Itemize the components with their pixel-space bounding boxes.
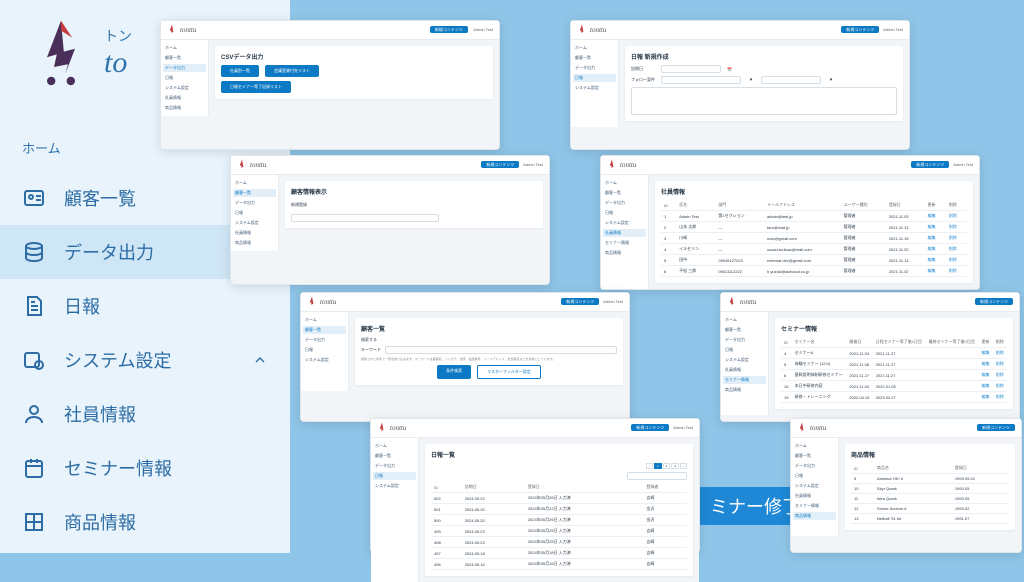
- customer-name-input[interactable]: [291, 214, 439, 222]
- table-row[interactable]: 11Intra Quark1993.05: [851, 494, 1009, 504]
- thumb-staff: tonttu 新規コンテンツAdmin Test ホーム 顧客一覧 データ出力 …: [600, 155, 980, 290]
- grid-icon: [22, 510, 46, 534]
- table-row[interactable]: 5012024.05.202024年05月22日 入力済金沢: [431, 504, 687, 515]
- calendar-icon: [22, 456, 46, 480]
- seminar-table: IDセミナー名開催日日程セミナー等了後1日目最終セミナー等了後2日目更新削除4セ…: [781, 337, 1007, 403]
- table-row[interactable]: 4972024.05.182024年05月18日 入力済吉崎: [431, 548, 687, 559]
- user-icon: [22, 402, 46, 426]
- thumb-csv-export: tonttu 新規コンテンツ Admin Test ホーム 顧客一覧 データ出力…: [160, 20, 500, 150]
- search-button[interactable]: 条件検索: [437, 365, 471, 379]
- id-card-icon: [22, 186, 46, 210]
- table-row[interactable]: 5Abstract OK! #1993.05.01: [851, 474, 1009, 484]
- nav-label: 日報: [64, 293, 100, 319]
- staff-table: ID氏名部門メールアドレスユーザー種別登録日更新削除 1Admin Test第1…: [661, 200, 967, 277]
- table-row[interactable]: 5田中09045127023external.dev@gmail.com管理者2…: [661, 255, 967, 266]
- thumb-product: tonttu 新規コンテンツ ホーム 顧客一覧 データ出力 日報 システム設定 …: [790, 418, 1022, 553]
- thumb-customer-list: tonttu 新規コンテンツAdmin Test ホーム 顧客一覧 データ出力 …: [300, 292, 630, 422]
- sidebar-item-system[interactable]: システム設定: [0, 333, 290, 387]
- table-row[interactable]: 4イルセリン—ozcan-torikow@mail.com管理者2021.11.…: [661, 244, 967, 255]
- nav-label: データ出力: [64, 239, 154, 265]
- table-row[interactable]: 2山本 太郎—taro@mail.jp管理者2021.11.13編集削除: [661, 222, 967, 233]
- csv-btn-3[interactable]: 日報セミナー等了記録リスト: [221, 81, 291, 93]
- table-row[interactable]: 16本日中研修内容2021.11.042022.01.05編集削除: [781, 381, 1007, 392]
- nav-label: 商品情報: [64, 509, 136, 535]
- table-row[interactable]: 4962024.05.162024年05月16日 入力済吉崎: [431, 559, 687, 570]
- date-input[interactable]: [661, 65, 721, 73]
- nav-label: システム設定: [64, 347, 171, 373]
- chevron-up-icon: [252, 352, 268, 368]
- nav-label: セミナー情報: [64, 455, 172, 481]
- table-row[interactable]: 5022024.05.222024年05月26日 入力済吉崎: [431, 493, 687, 504]
- report-table: ID訪問日登録日登録者5022024.05.222024年05月26日 入力済吉…: [431, 482, 687, 570]
- type-select[interactable]: [661, 76, 741, 84]
- user-label: Admin Test: [473, 27, 493, 32]
- sidebar-item-staff[interactable]: 社員情報: [0, 387, 290, 441]
- thumb-report-list: tonttu 新規コンテンツAdmin Test ホーム 顧客一覧 データ出力 …: [370, 418, 700, 553]
- table-row[interactable]: 4982024.05.232024年05月25日 入力済吉崎: [431, 537, 687, 548]
- table-row[interactable]: 12Shona Scutum #1993.02: [851, 504, 1009, 514]
- csv-btn-1[interactable]: 社員別一覧: [221, 65, 259, 77]
- table-row[interactable]: 6平松 三郎09011112222h.yuzuki@actvood.co.jp管…: [661, 266, 967, 277]
- sub-select[interactable]: [761, 76, 821, 84]
- table-row[interactable]: 4992024.05.232024年05月25日 入力済吉崎: [431, 526, 687, 537]
- table-row[interactable]: 5体験セミナー (12/4)2021.11.062021.11.27編集削除: [781, 359, 1007, 370]
- table-row[interactable]: 19研修・トレーニング2022.04.152023.02.27編集削除: [781, 392, 1007, 403]
- product-table: ID商品名登録日5Abstract OK! #1993.05.0110Skyr …: [851, 463, 1009, 524]
- brand-kana: トン: [104, 26, 132, 46]
- memo-textarea[interactable]: [631, 87, 897, 115]
- csv-btn-2[interactable]: 会議室貸付先リスト: [265, 65, 319, 77]
- new-content-button[interactable]: 新規コンテンツ: [430, 26, 468, 33]
- database-icon: [22, 240, 46, 264]
- thumb-seminar: tonttu 新規コンテンツ ホーム 顧客一覧 データ出力 日報 システム設定 …: [720, 292, 1020, 422]
- table-row[interactable]: 6基幹説明体制研修セミナー2021.11.272021.11.27編集削除: [781, 370, 1007, 381]
- thumb-customer-detail: tonttu 新規コンテンツAdmin Test ホーム 顧客一覧 データ出力 …: [230, 155, 550, 285]
- settings-icon: [22, 348, 46, 372]
- nav-label: 顧客一覧: [64, 185, 136, 211]
- table-row[interactable]: 10Skyr Quark1993.05: [851, 484, 1009, 494]
- mini-logo: tonttu: [167, 24, 196, 36]
- brand-script: to: [104, 46, 132, 80]
- sidebar-item-report[interactable]: 日報: [0, 279, 290, 333]
- sidebar-item-seminar[interactable]: セミナー情報: [0, 441, 290, 495]
- table-row[interactable]: 4セミナーA2021.11.042021.11.27編集削除: [781, 348, 1007, 359]
- table-row[interactable]: 3川崎—mac@gmail.com管理者2021.11.15編集削除: [661, 233, 967, 244]
- gnome-icon: [32, 18, 90, 88]
- document-icon: [22, 294, 46, 318]
- card-title: CSVデータ出力: [221, 52, 487, 61]
- report-search[interactable]: [627, 472, 687, 480]
- table-row[interactable]: 5002024.05.202024年05月26日 入力済金沢: [431, 515, 687, 526]
- sidebar-item-product[interactable]: 商品情報: [0, 495, 290, 549]
- filter-button[interactable]: マスターフィルター設定: [477, 365, 541, 379]
- table-row[interactable]: 13Netball '91 ##1991.07: [851, 514, 1009, 524]
- table-row[interactable]: 1Admin Test第1セクションadmin@test.jp管理者2021.1…: [661, 211, 967, 222]
- nav-label: 社員情報: [64, 401, 136, 427]
- search-input[interactable]: [385, 346, 617, 354]
- thumb-report-new: tonttu 新規コンテンツAdmin Test ホーム 顧客一覧 データ出力 …: [570, 20, 910, 150]
